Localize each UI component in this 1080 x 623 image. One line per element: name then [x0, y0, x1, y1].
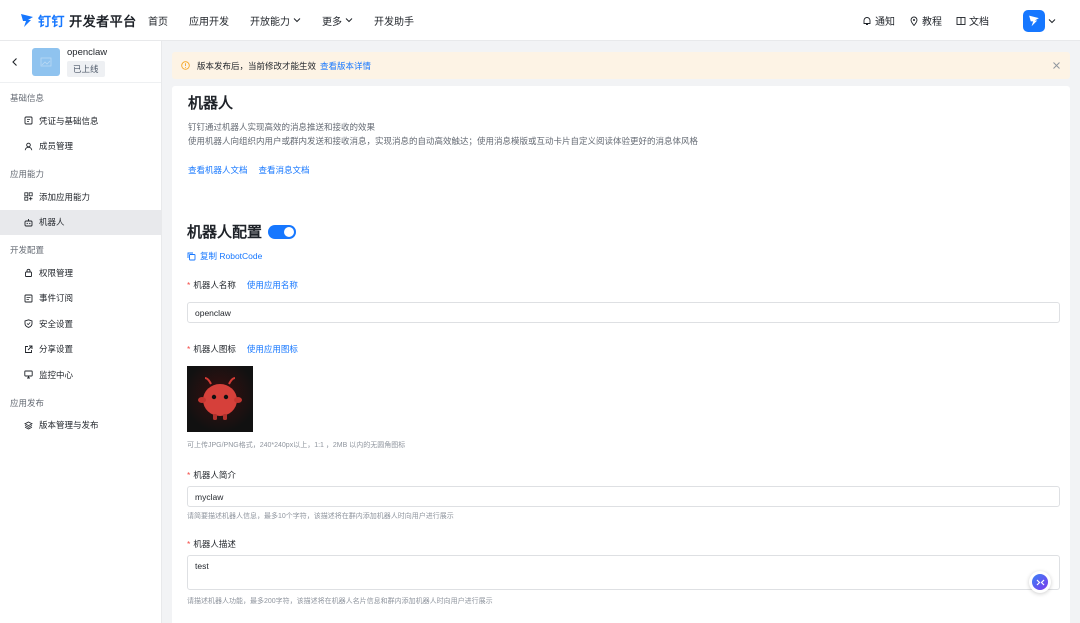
- sidebar-item-monitor[interactable]: 监控中心: [0, 362, 161, 388]
- app-name: openclaw: [67, 46, 108, 58]
- robot-brief-hint: 请简要描述机器人信息，最多10个字符，该描述将在群内添加机器人时向用户进行展示: [187, 513, 454, 520]
- group-dev-config: 开发配置: [10, 245, 45, 255]
- nav-app-dev[interactable]: 应用开发: [189, 13, 229, 28]
- use-app-icon-link[interactable]: 使用应用图标: [247, 343, 298, 355]
- user-icon: [24, 142, 33, 151]
- chevron-down-icon: [345, 18, 353, 23]
- dingtalk-logo-icon: [21, 14, 33, 27]
- robot-enable-toggle[interactable]: [268, 224, 297, 239]
- group-app-release: 应用发布: [10, 397, 45, 408]
- docs-button[interactable]: 文档: [956, 13, 989, 28]
- product-name: 开发者平台: [69, 13, 137, 29]
- robot-name-input[interactable]: openclaw: [187, 302, 1060, 323]
- lock-icon: [25, 269, 32, 278]
- notification-button[interactable]: 通知: [862, 13, 895, 28]
- notice-banner: 版本发布后，当前修改才能生效 查看版本详情: [172, 52, 1070, 79]
- assistant-float-button[interactable]: [1029, 571, 1051, 593]
- nav-open-capability[interactable]: 开放能力: [250, 13, 301, 28]
- monitor-icon: [24, 370, 33, 379]
- sidebar-item-events[interactable]: 事件订阅: [0, 286, 161, 312]
- sidebar-item-permissions[interactable]: 权限管理: [0, 260, 161, 286]
- use-app-name-link[interactable]: 使用应用名称: [247, 279, 298, 291]
- close-icon[interactable]: [1052, 61, 1061, 70]
- page-title: 机器人: [188, 95, 234, 112]
- robot-icon: [24, 218, 33, 227]
- sidebar-item-versions[interactable]: 版本管理与发布: [0, 413, 161, 439]
- map-pin-icon: [910, 16, 918, 26]
- back-arrow-icon[interactable]: [10, 57, 20, 67]
- nav-tools: 通知 教程 文档: [848, 0, 1056, 41]
- tutorial-button[interactable]: 教程: [909, 13, 942, 28]
- layers-icon: [24, 421, 33, 430]
- bell-icon: [863, 16, 871, 25]
- robot-desc-textarea[interactable]: test: [187, 555, 1060, 590]
- sidebar-item-robot[interactable]: 机器人: [0, 209, 161, 235]
- robot-icon-hint: 可上传JPG/PNG格式，240*240px以上，1:1 ，2MB 以内的无圆角…: [187, 442, 406, 449]
- intro-line-1: 钉钉通过机器人实现高效的消息推送和接收的效果: [188, 122, 376, 132]
- logo[interactable]: 钉钉 开发者平台: [20, 11, 138, 30]
- user-menu[interactable]: [1023, 9, 1056, 32]
- sidebar-item-members[interactable]: 成员管理: [0, 134, 161, 160]
- credential-icon: [24, 116, 33, 125]
- image-placeholder-icon: [40, 57, 52, 66]
- nav-more[interactable]: 更多: [322, 13, 353, 28]
- message-docs-link[interactable]: 查看消息文档: [259, 164, 310, 176]
- avatar: [1023, 9, 1045, 32]
- robot-brief-input[interactable]: myclaw: [187, 486, 1060, 507]
- shield-icon: [24, 319, 33, 329]
- event-icon: [24, 294, 33, 303]
- robot-name-label: * 机器人名称 使用应用名称: [187, 279, 298, 291]
- nav-home[interactable]: 首页: [148, 13, 168, 28]
- nav-links: 首页 应用开发 开放能力 更多 开发助手: [148, 13, 435, 28]
- copy-robotcode-button[interactable]: 复制 RobotCode: [187, 250, 1055, 262]
- banner-text: 版本发布后，当前修改才能生效: [197, 60, 317, 71]
- sidebar-item-credentials[interactable]: 凭证与基础信息: [0, 108, 161, 134]
- robot-desc-label: * 机器人描述: [187, 539, 236, 549]
- config-title: 机器人配置: [187, 224, 263, 241]
- group-basic-info: 基础信息: [10, 93, 45, 103]
- app-header: openclaw 已上线: [0, 41, 161, 83]
- dingtalk-avatar-icon: [1029, 15, 1039, 27]
- main-content: 版本发布后，当前修改才能生效 查看版本详情 机器人 钉钉通过机器人实现高效的消息…: [162, 41, 1080, 623]
- sidebar-item-add-capability[interactable]: 添加应用能力: [0, 184, 161, 210]
- robot-docs-link[interactable]: 查看机器人文档: [188, 164, 248, 176]
- chevron-down-icon: [1048, 18, 1056, 23]
- robot-icon-label: * 机器人图标 使用应用图标: [187, 343, 298, 355]
- robot-icon-upload[interactable]: [187, 366, 253, 432]
- copy-icon: [187, 252, 196, 260]
- book-icon: [956, 16, 966, 25]
- robot-desc-hint: 请描述机器人功能，最多200字符，该描述将在机器人名片信息和群内添加机器人时向用…: [187, 598, 493, 605]
- version-detail-link[interactable]: 查看版本详情: [320, 60, 371, 72]
- brand-name: 钉钉: [38, 13, 66, 29]
- share-icon: [25, 345, 33, 353]
- sidebar-item-share[interactable]: 分享设置: [0, 337, 161, 363]
- warning-icon: [181, 61, 190, 70]
- top-nav: 钉钉 开发者平台 首页 应用开发 开放能力 更多 开发助手 通知 教程 文档: [0, 0, 1080, 41]
- status-badge: 已上线: [67, 60, 105, 77]
- intro-line-2: 使用机器人向组织内用户或群内发送和接收消息，实现消息的自动高效触达；使用消息模版…: [188, 136, 699, 146]
- chevron-down-icon: [293, 18, 301, 23]
- app-icon: [32, 47, 60, 76]
- robot-config-card: 机器人配置 复制 RobotCode * 机器人名称 使用应用名称 opencla…: [172, 202, 1070, 623]
- add-capability-icon: [24, 192, 33, 201]
- nav-dev-assistant[interactable]: 开发助手: [374, 13, 414, 28]
- robot-avatar-image: [187, 366, 253, 432]
- sidebar-item-security[interactable]: 安全设置: [0, 311, 161, 337]
- group-app-capability: 应用能力: [10, 169, 45, 179]
- assistant-icon: [1032, 574, 1048, 590]
- sidebar: openclaw 已上线 基础信息 凭证与基础信息 成员管理 应用能力 添加应用…: [0, 41, 162, 623]
- robot-brief-label: * 机器人简介: [187, 470, 236, 480]
